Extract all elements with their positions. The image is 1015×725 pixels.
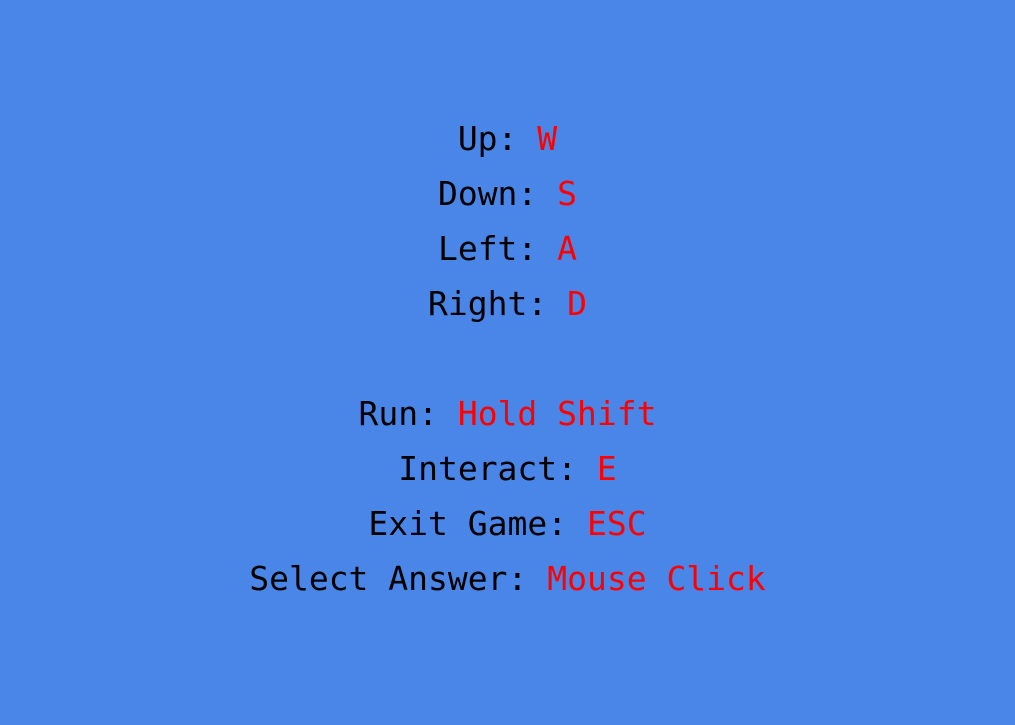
control-label-left: Left: [437, 229, 558, 268]
control-key-up: W [537, 119, 558, 158]
control-row-interact: Interact: E [0, 441, 1015, 496]
control-row-left: Left: A [0, 221, 1015, 276]
control-key-exit-game: ESC [586, 504, 647, 543]
control-label-exit-game: Exit Game: [368, 504, 587, 543]
control-label-up: Up: [457, 119, 538, 158]
section-divider [0, 331, 1015, 386]
control-row-down: Down: S [0, 166, 1015, 221]
control-label-interact: Interact: [398, 449, 597, 488]
control-key-down: S [557, 174, 578, 213]
control-row-right: Right: D [0, 276, 1015, 331]
control-label-right: Right: [428, 284, 568, 323]
control-row-exit-game: Exit Game: ESC [0, 496, 1015, 551]
control-label-select-answer: Select Answer: [249, 559, 548, 598]
control-key-run: Hold Shift [457, 394, 657, 433]
control-row-run: Run: Hold Shift [0, 386, 1015, 441]
control-label-run: Run: [358, 394, 458, 433]
controls-screen: { "colors": { "background": "#4a86e8", "… [0, 0, 1015, 725]
control-key-right: D [567, 284, 587, 323]
control-key-interact: E [596, 449, 617, 488]
control-row-up: Up: W [0, 111, 1015, 166]
controls-list: Up: W Down: S Left: A Right: D Run: Hold… [0, 111, 1015, 606]
control-key-select-answer: Mouse Click [547, 559, 766, 598]
control-key-left: A [557, 229, 578, 268]
control-label-down: Down: [437, 174, 558, 213]
control-row-select-answer: Select Answer: Mouse Click [0, 551, 1015, 606]
